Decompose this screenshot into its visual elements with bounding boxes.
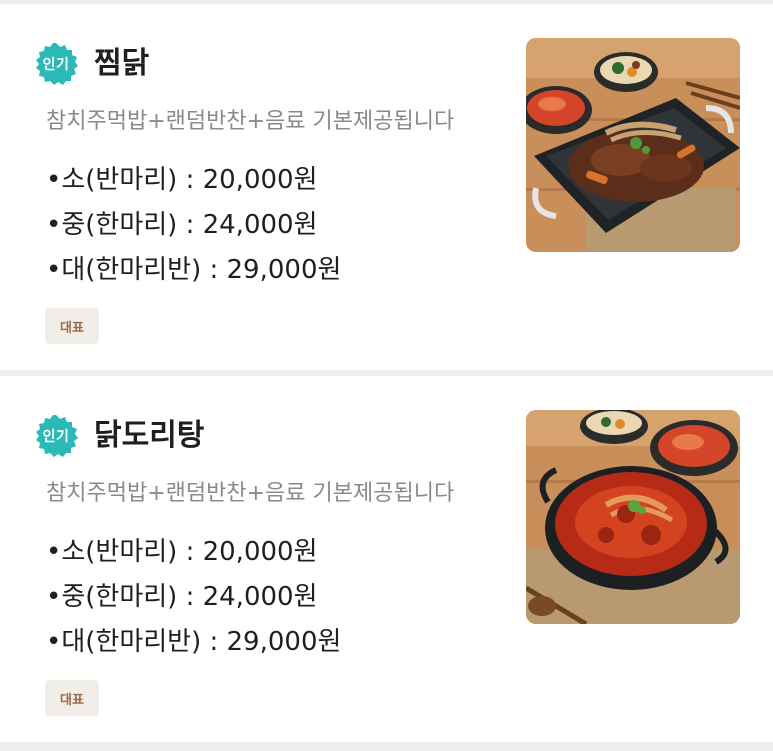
price-medium: •중(한마리) : 24,000원 (46, 210, 318, 240)
price-small: •소(반마리) : 20,000원 (46, 537, 318, 567)
popular-badge: 인기 (34, 414, 78, 458)
signature-tag: 대표 (45, 680, 99, 716)
menu-item-description: 참치주먹밥+랜덤반찬+음료 기본제공됩니다 (46, 481, 455, 506)
signature-tag: 대표 (45, 308, 99, 344)
menu-item-card[interactable]: 인기 찜닭 참치주먹밥+랜덤반찬+음료 기본제공됩니다 •소(반마리) : 20… (0, 4, 773, 370)
menu-item-description: 참치주먹밥+랜덤반찬+음료 기본제공됩니다 (46, 109, 455, 134)
popular-badge-label: 인기 (42, 429, 70, 445)
price-small: •소(반마리) : 20,000원 (46, 165, 318, 195)
price-medium: •중(한마리) : 24,000원 (46, 582, 318, 612)
menu-list: 인기 찜닭 참치주먹밥+랜덤반찬+음료 기본제공됩니다 •소(반마리) : 20… (0, 0, 773, 751)
price-large: •대(한마리반) : 29,000원 (46, 255, 342, 285)
price-large: •대(한마리반) : 29,000원 (46, 627, 342, 657)
popular-badge: 인기 (34, 42, 78, 86)
price-list: •소(반마리) : 20,000원 •중(한마리) : 24,000원 •대(한… (46, 530, 341, 665)
popular-badge-label: 인기 (42, 57, 70, 73)
menu-item-name: 찜닭 (94, 46, 150, 81)
menu-item-name: 닭도리탕 (94, 418, 205, 453)
dakdoritang-photo-icon[interactable] (526, 410, 740, 624)
menu-item-card[interactable]: 인기 닭도리탕 참치주먹밥+랜덤반찬+음료 기본제공됩니다 •소(반마리) : … (0, 376, 773, 742)
price-list: •소(반마리) : 20,000원 •중(한마리) : 24,000원 •대(한… (46, 158, 341, 293)
jjimdak-photo-icon[interactable] (526, 38, 740, 252)
